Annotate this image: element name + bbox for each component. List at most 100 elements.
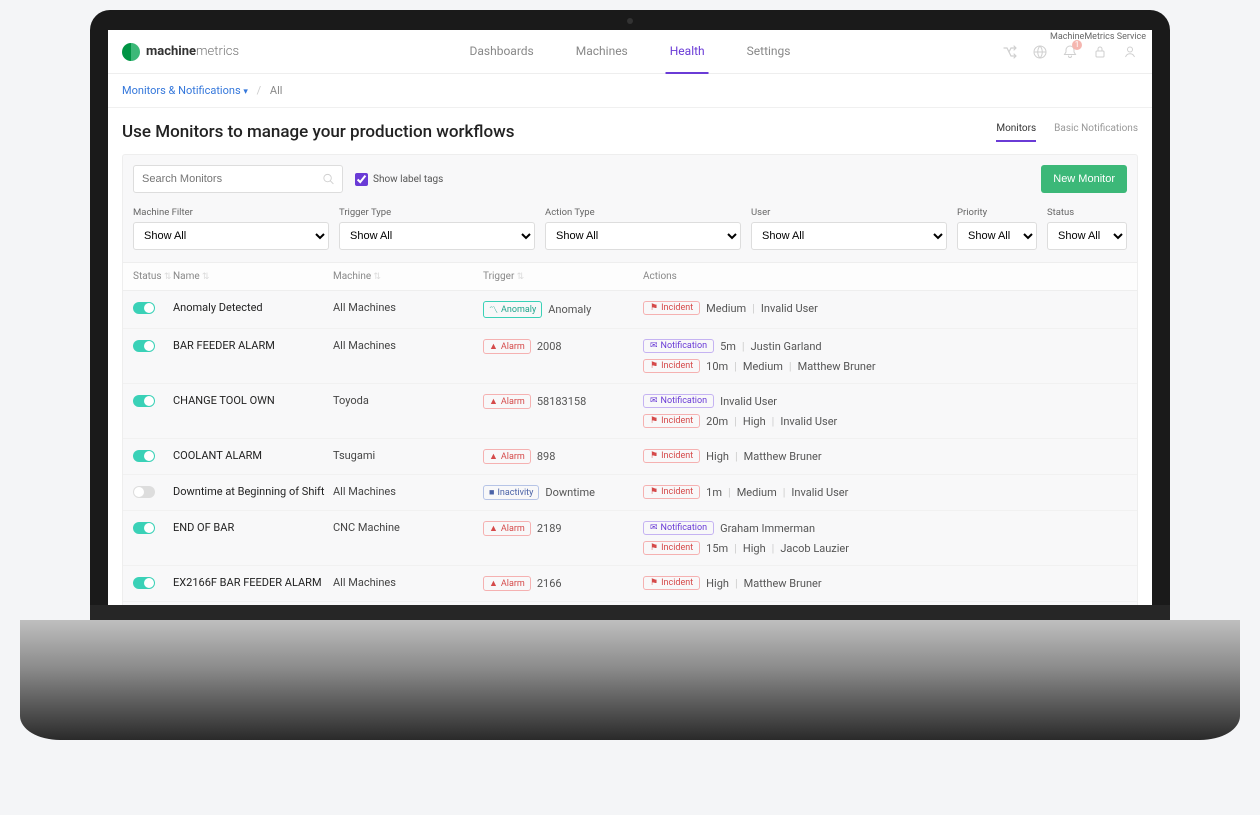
notification-icon: ✉ — [650, 396, 658, 406]
action-field: 20m — [706, 415, 728, 428]
action-field: Jacob Lauzier — [780, 542, 849, 555]
alarm-chip: ▲Alarm — [483, 449, 531, 464]
divider: | — [728, 486, 731, 499]
monitor-name[interactable]: END OF BAR — [173, 521, 333, 534]
search-monitors — [133, 165, 343, 193]
trigger-value: Anomaly — [548, 303, 591, 316]
filter-status-label: Status — [1047, 207, 1127, 218]
nav-item-machines[interactable]: Machines — [572, 30, 632, 74]
anomaly-icon: 〽 — [489, 303, 498, 316]
col-status[interactable]: Status — [133, 271, 173, 282]
lock-icon[interactable] — [1092, 44, 1108, 60]
col-machine[interactable]: Machine — [333, 271, 483, 282]
filter-user-select[interactable]: Show All — [751, 222, 947, 250]
monitor-trigger: ▲Alarm2189 — [483, 521, 643, 536]
status-toggle[interactable] — [133, 450, 155, 462]
table-row: COOLANT ALARMTsugami▲Alarm898⚑IncidentHi… — [123, 439, 1137, 475]
col-trigger[interactable]: Trigger — [483, 271, 643, 282]
incident-icon: ⚑ — [650, 578, 658, 588]
table-row: EX2166F BAR FEEDER ALARMAll Machines▲Ala… — [123, 566, 1137, 602]
incident-pill: ⚑Incident — [643, 541, 700, 555]
tab-monitors[interactable]: Monitors — [996, 123, 1036, 142]
breadcrumb-current: All — [270, 84, 283, 97]
filter-user-label: User — [751, 207, 947, 218]
incident-pill: ⚑Incident — [643, 576, 700, 590]
status-toggle[interactable] — [133, 522, 155, 534]
filter-status-select[interactable]: Show All — [1047, 222, 1127, 250]
status-toggle[interactable] — [133, 486, 155, 498]
breadcrumb-link[interactable]: Monitors & Notifications — [122, 84, 241, 97]
divider: | — [735, 577, 738, 590]
monitor-name[interactable]: Downtime at Beginning of Shift — [173, 485, 333, 498]
status-toggle[interactable] — [133, 395, 155, 407]
monitor-name[interactable]: BAR FEEDER ALARM — [173, 339, 333, 352]
trigger-value: 2008 — [537, 340, 562, 353]
search-input[interactable] — [133, 165, 343, 193]
filter-machine-select[interactable]: Show All — [133, 222, 329, 250]
status-toggle[interactable] — [133, 577, 155, 589]
monitor-machine: CNC Machine — [333, 521, 483, 534]
anomaly-chip: 〽Anomaly — [483, 301, 542, 318]
notifications-icon[interactable]: 1 — [1062, 44, 1078, 60]
alarm-chip: ▲Alarm — [483, 394, 531, 409]
monitor-name[interactable]: CHANGE TOOL OWN — [173, 394, 333, 407]
user-icon[interactable] — [1122, 44, 1138, 60]
page-title: Use Monitors to manage your production w… — [122, 122, 515, 142]
page-tabs: Monitors Basic Notifications — [996, 123, 1138, 142]
brand-light: metrics — [196, 44, 239, 59]
chevron-down-icon: ▾ — [243, 87, 248, 97]
filter-machine-label: Machine Filter — [133, 207, 329, 218]
trigger-value: Downtime — [545, 486, 595, 499]
notification-icon: ✉ — [650, 341, 658, 351]
monitor-name[interactable]: Anomaly Detected — [173, 301, 333, 314]
show-label-tags-label: Show label tags — [373, 174, 443, 185]
status-toggle[interactable] — [133, 302, 155, 314]
alarm-icon: ▲ — [489, 341, 498, 352]
action-field: Invalid User — [761, 302, 818, 315]
laptop-base — [20, 620, 1240, 740]
col-name[interactable]: Name — [173, 271, 333, 282]
incident-icon: ⚑ — [650, 303, 658, 313]
brand-strong: machine — [146, 44, 196, 59]
table-row: CHANGE TOOL OWNToyoda▲Alarm58183158✉Noti… — [123, 384, 1137, 439]
filter-action-select[interactable]: Show All — [545, 222, 741, 250]
brand-logo[interactable]: machinemetrics — [122, 43, 239, 61]
trigger-value: 898 — [537, 450, 556, 463]
action-line: ⚑IncidentHigh|Matthew Bruner — [643, 449, 1127, 463]
divider: | — [789, 360, 792, 373]
tab-basic-notifications[interactable]: Basic Notifications — [1054, 123, 1138, 142]
nav-item-settings[interactable]: Settings — [743, 30, 795, 74]
monitor-rows: Anomaly DetectedAll Machines〽AnomalyAnom… — [123, 291, 1137, 605]
action-line: ✉Notification5m|Justin Garland — [643, 339, 1127, 353]
alarm-icon: ▲ — [489, 396, 498, 407]
monitor-trigger: ▲Alarm 898 — [483, 449, 643, 464]
trigger-value: 58183158 — [537, 395, 586, 408]
nav-item-health[interactable]: Health — [666, 30, 709, 74]
table-row: Downtime at Beginning of ShiftAll Machin… — [123, 475, 1137, 511]
monitor-actions: ⚑Incident1m|Medium|Invalid User — [643, 485, 1127, 499]
monitor-actions: ✉NotificationInvalid User⚑Incident20m|Hi… — [643, 394, 1127, 428]
monitor-name[interactable]: EX2166F BAR FEEDER ALARM — [173, 576, 333, 589]
globe-icon[interactable] — [1032, 44, 1048, 60]
filter-trigger-select[interactable]: Show All — [339, 222, 535, 250]
action-line: ✉NotificationInvalid User — [643, 394, 1127, 408]
action-field: Medium — [743, 360, 783, 373]
new-monitor-button[interactable]: New Monitor — [1041, 165, 1127, 193]
nav-item-dashboards[interactable]: Dashboards — [466, 30, 538, 74]
table-row: BAR FEEDER ALARMAll Machines▲Alarm2008✉N… — [123, 329, 1137, 384]
notification-pill: ✉Notification — [643, 521, 714, 535]
nav-center: Dashboards Machines Health Settings — [466, 30, 795, 74]
incident-pill: ⚑Incident — [643, 449, 700, 463]
action-field: Justin Garland — [751, 340, 822, 353]
show-label-tags-input[interactable] — [355, 173, 368, 186]
show-label-tags-checkbox[interactable]: Show label tags — [355, 173, 443, 186]
incident-pill: ⚑Incident — [643, 414, 700, 428]
camera-icon — [627, 18, 633, 24]
monitor-name[interactable]: COOLANT ALARM — [173, 449, 333, 462]
status-toggle[interactable] — [133, 340, 155, 352]
shuffle-icon[interactable] — [1002, 44, 1018, 60]
filter-priority-select[interactable]: Show All — [957, 222, 1037, 250]
action-field: 10m — [706, 360, 728, 373]
action-field: Invalid User — [780, 415, 837, 428]
action-field: High — [706, 450, 729, 463]
